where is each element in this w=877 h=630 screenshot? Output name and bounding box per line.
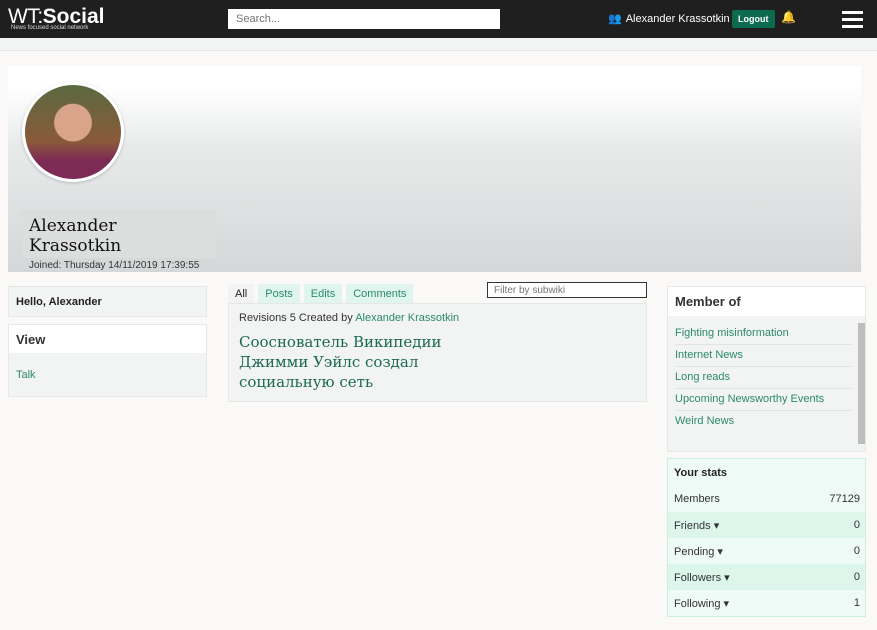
user-link[interactable]: 👥 Alexander Krassotkin [608,12,730,26]
stat-value: 0 [853,519,860,531]
stats-rows: Members 77129 Friends ▾ 0 Pending ▾ 0 Follo… [668,486,865,616]
post-title[interactable]: Сооснователь Википедии Джимми Уэйлс созд… [239,332,459,392]
stat-value: 0 [853,545,860,557]
tab-comments[interactable]: Comments [346,284,414,303]
stat-label[interactable]: Following ▾ [674,597,729,610]
logout-button[interactable]: Logout [732,10,775,28]
stat-row-friends[interactable]: Friends ▾ 0 [668,512,865,538]
scrollbar[interactable] [858,323,865,444]
logo[interactable]: WT:Social News focused social network [8,5,105,31]
member-item[interactable]: Fighting misinformation [675,323,852,345]
stat-row-following[interactable]: Following ▾ 1 [668,590,865,616]
search-input[interactable] [228,9,500,29]
hamburger-icon[interactable] [842,11,863,32]
view-card: View Talk [8,324,207,397]
bell-icon[interactable]: 🔔 [781,10,796,24]
stat-label[interactable]: Pending ▾ [674,545,723,558]
member-item[interactable]: Long reads [675,367,852,389]
stat-label: Members [674,493,720,505]
tab-edits[interactable]: Edits [303,284,343,303]
member-item[interactable]: Weird News [675,411,852,432]
revisions-text: Revisions 5 Created by [239,312,353,324]
tab-posts[interactable]: Posts [258,284,300,303]
author-link[interactable]: Alexander Krassotkin [355,312,459,324]
stat-row-pending[interactable]: Pending ▾ 0 [668,538,865,564]
member-item[interactable]: Internet News [675,345,852,367]
view-title: View [9,325,206,353]
feed-tabs: All Posts Edits Comments [228,284,414,303]
member-of-title: Member of [668,287,865,316]
top-navbar: WT:SocialNews focused social network 👥Al… [0,0,877,38]
joined-date: Joined: Thursday 14/11/2019 17:39:55 [29,260,200,271]
tagline: News focused social network [11,25,89,31]
stats-title: Your stats [674,467,727,479]
talk-link[interactable]: Talk [9,353,206,397]
user-icon: 👥 [608,13,622,25]
feed-meta: Revisions 5 Created by Alexander Krassot… [239,312,636,324]
user-name: Alexander Krassotkin [625,12,730,25]
stat-label[interactable]: Followers ▾ [674,571,730,584]
profile-namebox: Alexander Krassotkin Joined: Thursday 14… [22,210,216,271]
filter-subwiki-input[interactable] [487,282,647,298]
stat-value: 0 [853,571,860,583]
member-item[interactable]: Upcoming Newsworthy Events [675,389,852,411]
stat-row-followers[interactable]: Followers ▾ 0 [668,564,865,590]
member-of-card: Member of Fighting misinformation Intern… [667,286,866,452]
hello-card: Hello, Alexander [8,286,207,317]
stat-value: 1 [853,597,860,609]
stat-label[interactable]: Friends ▾ [674,519,719,532]
feed-item: Revisions 5 Created by Alexander Krassot… [228,303,647,402]
stat-row-members: Members 77129 [668,486,865,512]
stats-card: Your stats Members 77129 Friends ▾ 0 Pendi… [667,458,866,617]
profile-name: Alexander Krassotkin [29,216,122,256]
tab-all[interactable]: All [228,284,255,303]
sub-bar [0,38,877,51]
avatar [22,82,124,182]
stat-value: 77129 [829,493,860,505]
